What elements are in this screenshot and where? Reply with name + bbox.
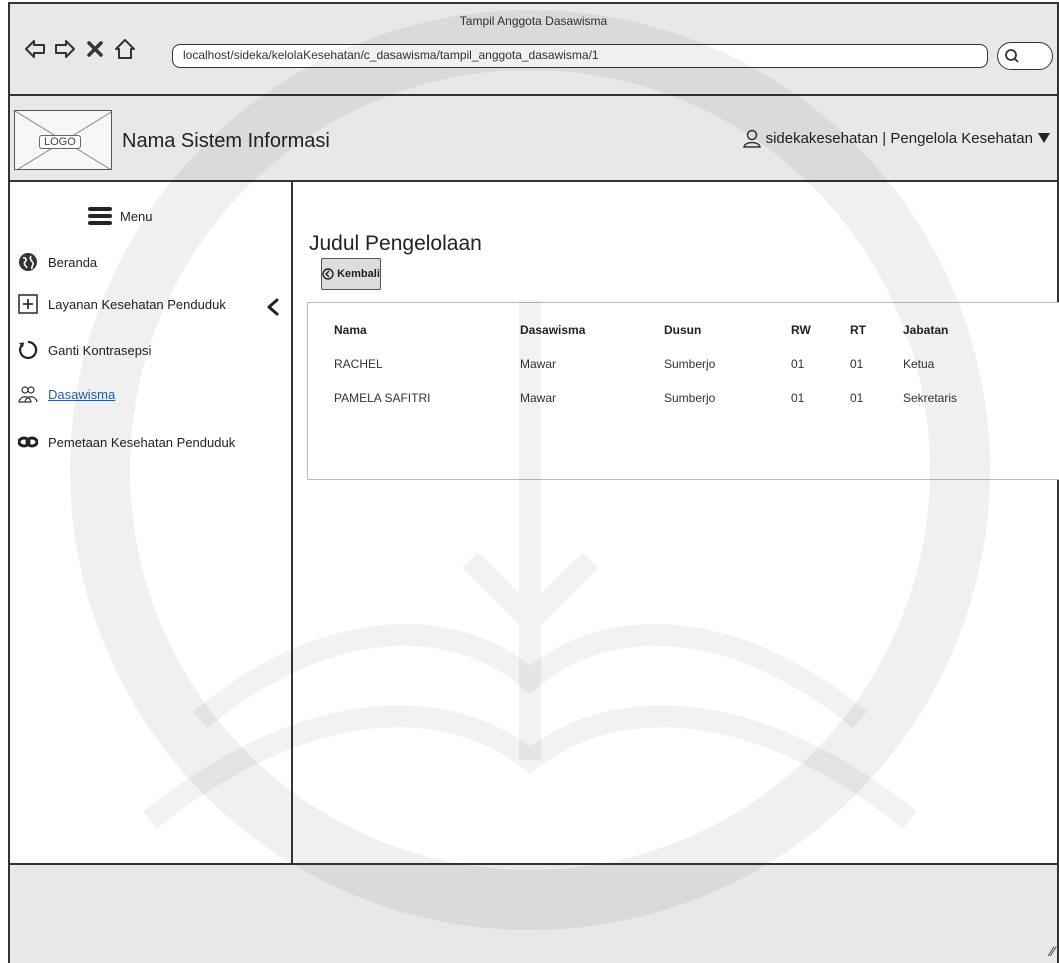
sidebar-item-label: Dasawisma (48, 386, 116, 402)
table-cell: 01 (850, 391, 864, 405)
home-icon[interactable] (114, 38, 136, 60)
column-header: RT (850, 323, 866, 337)
sidebar-item-label: Pemetaan Kesehatan Penduduk (48, 434, 236, 450)
back-arrow-icon[interactable] (24, 38, 46, 60)
table-cell: 01 (791, 391, 805, 405)
forward-arrow-icon[interactable] (54, 38, 76, 60)
caret-down-icon (1038, 133, 1050, 143)
column-header: Nama (334, 323, 367, 337)
nav-controls (24, 38, 136, 60)
globe-icon (19, 253, 37, 271)
user-label: sidekakesehatan | Pengelola Kesehatan (765, 129, 1033, 147)
sidebar-item-label: Layanan Kesehatan Penduduk (48, 296, 226, 312)
sidebar-item-ganti-kontrasepsi[interactable]: Ganti Kontrasepsi (18, 340, 151, 360)
sidebar-item-beranda[interactable]: Beranda (18, 252, 97, 272)
table-cell: Sekretaris (903, 391, 958, 405)
status-bar: ⁄⁄ (10, 863, 1057, 963)
search-icon (1005, 49, 1019, 63)
sidebar-item-label: Beranda (48, 254, 98, 270)
members-table-panel: Nama Dasawisma Dusun RW RT Jabatan RACHE… (307, 302, 1059, 480)
refresh-icon (19, 340, 38, 360)
page-title: Judul Pengelolaan (309, 232, 482, 255)
table-cell: RACHEL (334, 357, 383, 371)
browser-chrome: Tampil Anggota Dasawisma localhost/sidek… (10, 4, 1057, 96)
user-icon (742, 129, 761, 148)
link-icon (18, 436, 38, 448)
table-cell: Mawar (520, 357, 557, 371)
menu-toggle[interactable]: Menu (88, 206, 153, 226)
sidebar-item-dasawisma[interactable]: Dasawisma (18, 384, 115, 404)
back-button-label: Kembali (337, 268, 380, 280)
table-cell: Ketua (903, 357, 935, 371)
table-cell: 01 (850, 357, 864, 371)
back-button[interactable]: Kembali (321, 258, 381, 290)
app-header: LOGO Nama Sistem Informasi sidekakesehat… (10, 96, 1057, 182)
sidebar-item-pemetaan-kesehatan[interactable]: Pemetaan Kesehatan Penduduk (18, 432, 235, 452)
menu-label: Menu (120, 208, 153, 224)
column-header: Jabatan (903, 323, 949, 337)
sidebar-item-layanan-kesehatan[interactable]: Layanan Kesehatan Penduduk (18, 294, 226, 314)
table-cell: PAMELA SAFITRI (334, 391, 431, 405)
logo-text: LOGO (39, 135, 81, 149)
search-button[interactable] (997, 42, 1053, 70)
user-menu[interactable]: sidekakesehatan | Pengelola Kesehatan (742, 128, 1051, 148)
table-cell: Mawar (520, 391, 557, 405)
hamburger-icon (88, 207, 112, 225)
chevron-left-icon[interactable] (266, 298, 280, 316)
sidebar-item-label: Ganti Kontrasepsi (48, 342, 152, 358)
back-circle-icon (322, 268, 334, 280)
close-icon[interactable] (84, 38, 106, 60)
plus-box-icon (18, 294, 38, 314)
column-header: Dasawisma (520, 323, 586, 337)
table-cell: Sumberjo (664, 391, 716, 405)
table-cell: Sumberjo (664, 357, 716, 371)
logo: LOGO (14, 110, 112, 170)
column-header: RW (791, 323, 811, 337)
resize-grip-icon[interactable]: ⁄⁄ (1050, 943, 1055, 959)
system-name: Nama Sistem Informasi (122, 130, 330, 152)
window-title: Tampil Anggota Dasawisma (459, 14, 608, 28)
table-cell: 01 (791, 357, 805, 371)
address-bar[interactable]: localhost/sideka/kelolaKesehatan/c_dasaw… (172, 44, 988, 68)
sidebar: Menu Beranda Layanan Kesehatan Penduduk … (10, 182, 293, 863)
main-content: Judul Pengelolaan Kembali Nama Dasawisma… (295, 182, 1059, 863)
column-header: Dusun (664, 323, 702, 337)
browser-window: Tampil Anggota Dasawisma localhost/sidek… (8, 2, 1059, 963)
users-icon (18, 386, 38, 403)
